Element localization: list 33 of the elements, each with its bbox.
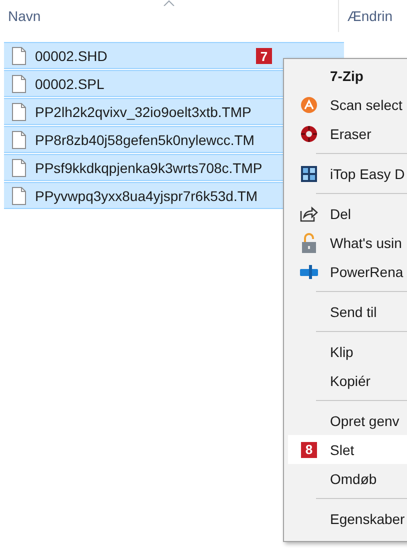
menu-item[interactable]: Egenskaber [288,504,407,533]
step-badge: 8 [301,442,317,458]
file-icon [12,130,26,148]
grid-icon [301,166,317,182]
file-icon [12,186,26,204]
step-badge: 7 [256,48,272,64]
column-header[interactable]: Navn [0,0,338,32]
file-name: PPsf9kkdkqpjenka9k3wrts708c.TMP [35,160,262,176]
file-name: PP8r8zb40j58gefen5k0nylewcc.TM [35,132,254,148]
file-icon [12,158,26,176]
menu-item[interactable]: PowerRena [288,257,407,286]
file-icon [12,46,26,64]
file-icon [12,102,26,120]
rename-icon [300,264,318,278]
file-icon [12,74,26,92]
menu-item[interactable]: What's usin [288,228,407,257]
file-name: PPyvwpq3yxx8ua4yjspr7r6k53d.TM [35,188,258,204]
padlock-icon [302,232,316,252]
circle-icon [300,96,318,114]
menu-item[interactable]: 8 Slet [288,435,407,464]
file-name: 00002.SPL [35,76,104,92]
target-icon [300,124,318,142]
column-header[interactable]: Ændrin [338,0,407,32]
menu-item[interactable]: Omdøb [288,464,407,493]
share-icon [300,206,318,222]
file-row[interactable]: 00002.SHD 7 [4,42,344,69]
sort-caret-icon [163,0,176,6]
menu-item[interactable]: Kopiér [288,366,407,395]
file-name: PP2lh2k2qvixv_32io9oelt3xtb.TMP [35,104,252,120]
menu-item[interactable]: Opret genv [288,406,407,435]
menu-item[interactable]: Klip [288,337,407,366]
file-name: 00002.SHD [35,48,108,64]
menu-item[interactable]: Send til [288,297,407,326]
